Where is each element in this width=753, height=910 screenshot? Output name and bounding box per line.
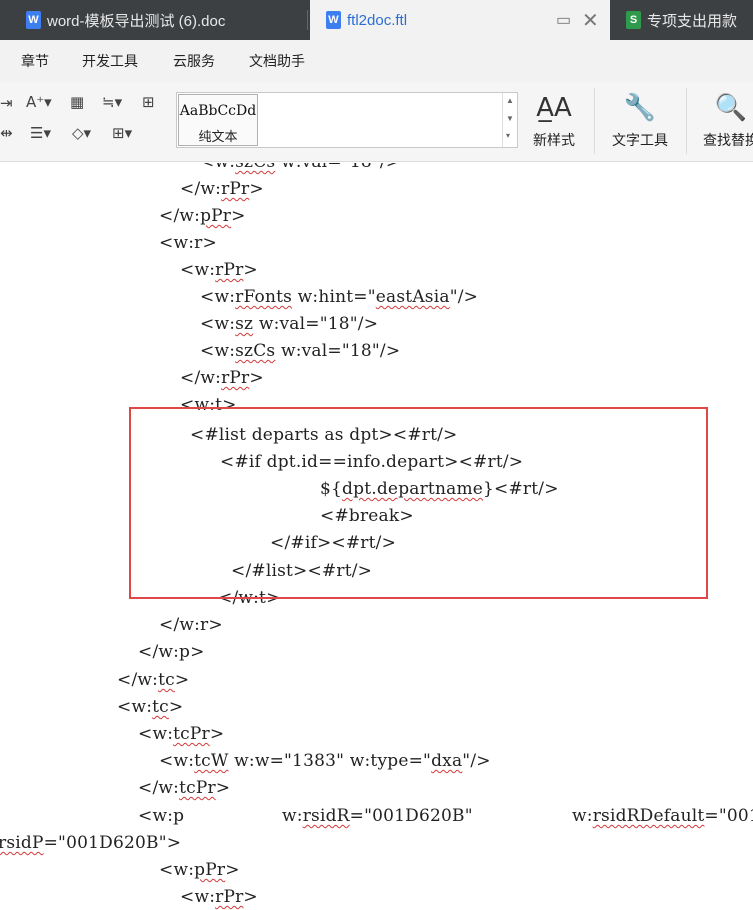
ribbon-toolbar: ⇥ A⁺▾ ▦ ≒▾ ⊞ ⇹ ☰▾ ◇▾ ⊞▾ AaBbCcDd 纯文本 ▲ ▼…: [0, 82, 753, 162]
new-style-icon: A̲A: [536, 93, 572, 123]
scroll-up-icon[interactable]: ▲: [506, 96, 514, 105]
code-line: </w:tc>: [117, 670, 190, 690]
highlight-annotation-box: [129, 407, 708, 599]
tab-label: word-模板导出测试 (6).doc: [47, 12, 226, 30]
wrench-icon: 🔧: [623, 93, 657, 123]
distribute-icon[interactable]: ⇹: [0, 124, 13, 142]
code-line: </w:tcPr>: [138, 778, 231, 798]
text-tools-label: 文字工具: [612, 132, 668, 148]
code-line: <w:tc>: [117, 697, 184, 717]
code-line: w:rsidRDefault="001D620B": [572, 806, 753, 826]
style-plain-text[interactable]: AaBbCcDd 纯文本: [178, 94, 258, 146]
borders-icon[interactable]: ⊞▾: [112, 124, 132, 142]
tab-label: ftl2doc.ftl: [347, 11, 408, 29]
text-tools-button[interactable]: 🔧 文字工具: [602, 90, 678, 150]
wps-spreadsheet-icon: S: [626, 11, 641, 29]
code-line: </w:pPr>: [159, 206, 246, 226]
shading-icon[interactable]: ◇▾: [72, 124, 91, 142]
toolbar-divider: [686, 88, 687, 154]
code-line: <w:tcPr>: [138, 724, 225, 744]
code-line: <w:tcW w:w="1383" w:type="dxa"/>: [159, 751, 491, 771]
code-line: w:rsidR="001D620B": [282, 806, 473, 826]
code-line: <w:rPr>: [180, 260, 258, 280]
indent-icon[interactable]: ⇥: [0, 94, 13, 112]
character-spacing-icon[interactable]: ≒▾: [102, 93, 122, 111]
code-line: <w:rPr>: [180, 887, 258, 907]
line-spacing-icon[interactable]: ☰▾: [30, 124, 51, 142]
code-line: </w:rPr>: [180, 368, 264, 388]
code-line: <w:szCs w:val="18"/>: [200, 341, 401, 361]
menu-chapter[interactable]: 章节: [21, 51, 49, 71]
tab-bar: W word-模板导出测试 (6).doc W ftl2doc.ftl ▭ ✕ …: [0, 0, 753, 40]
phonetic-guide-icon[interactable]: ▦: [70, 93, 84, 111]
find-replace-label: 查找替换: [703, 132, 753, 148]
menu-cloud-services[interactable]: 云服务: [173, 51, 215, 71]
code-line: <w:pPr>: [159, 860, 240, 880]
search-icon: 🔍: [714, 93, 748, 123]
new-style-label: 新样式: [533, 132, 575, 148]
toolbar-divider: [594, 88, 595, 154]
tab-label: 专项支出用款: [647, 12, 738, 30]
document-editor[interactable]: <w:szCs w:val="18"/> </w:rPr> </w:pPr> <…: [0, 163, 753, 910]
screen-icon[interactable]: ▭: [556, 0, 571, 40]
tab-special-expenditure[interactable]: S 专项支出用款: [612, 0, 753, 40]
menu-bar: 章节 开发工具 云服务 文档助手: [0, 40, 753, 82]
menu-document-assistant[interactable]: 文档助手: [249, 51, 305, 71]
menu-developer-tools[interactable]: 开发工具: [82, 51, 138, 71]
table-insert-icon[interactable]: ⊞: [142, 93, 155, 111]
code-line: </w:rPr>: [180, 179, 264, 199]
wps-writer-icon: W: [326, 11, 341, 29]
code-line: <w:r>: [159, 233, 217, 253]
style-gallery: AaBbCcDd 纯文本 ▲ ▼ ▾: [176, 92, 518, 148]
scroll-down-icon[interactable]: ▼: [506, 114, 514, 123]
code-line: <w:rFonts w:hint="eastAsia"/>: [200, 287, 479, 307]
code-line: rsidP="001D620B">: [0, 833, 182, 853]
find-replace-button[interactable]: 🔍 查找替换: [696, 90, 753, 150]
style-name-label: 纯文本: [198, 129, 238, 144]
tab-divider: [307, 10, 308, 30]
close-icon[interactable]: ✕: [582, 0, 599, 40]
code-line: <w:szCs w:val="18"/>: [200, 163, 400, 172]
expand-icon[interactable]: ▾: [506, 131, 510, 140]
new-style-button[interactable]: A̲A 新样式: [524, 90, 584, 150]
code-line: </w:p>: [138, 642, 205, 662]
wps-writer-icon: W: [26, 11, 41, 29]
style-sample-text: AaBbCcDd: [179, 103, 257, 119]
font-size-up-icon[interactable]: A⁺▾: [26, 93, 52, 111]
code-line: <w:sz w:val="18"/>: [200, 314, 379, 334]
code-line: </w:r>: [159, 615, 223, 635]
tab-word-template-doc[interactable]: W word-模板导出测试 (6).doc: [0, 0, 305, 40]
code-line: <w:p: [138, 806, 185, 826]
style-gallery-scroll[interactable]: ▲ ▼ ▾: [502, 93, 518, 147]
